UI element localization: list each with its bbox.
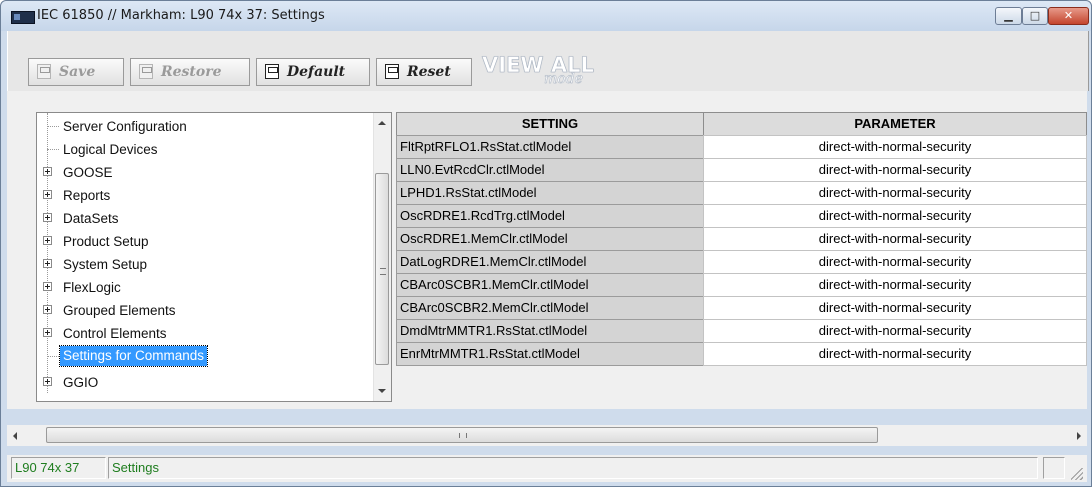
expand-plus-icon[interactable] (43, 328, 52, 337)
save-icon (37, 64, 51, 79)
parameter-cell[interactable]: direct-with-normal-security (703, 342, 1087, 366)
default-icon (265, 64, 279, 79)
table-row: OscRDRE1.RcdTrg.ctlModel direct-with-nor… (396, 204, 1087, 228)
scroll-grip-icon (459, 433, 467, 438)
setting-cell: CBArc0SCBR2.MemClr.ctlModel (396, 296, 704, 320)
expand-plus-icon[interactable] (43, 377, 52, 386)
resize-grip-icon[interactable] (1071, 468, 1083, 480)
tree-item-label: Reports (63, 188, 111, 203)
parameter-cell[interactable]: direct-with-normal-security (703, 158, 1087, 182)
table-row: FltRptRFLO1.RsStat.ctlModel direct-with-… (396, 135, 1087, 159)
parameter-cell[interactable]: direct-with-normal-security (703, 296, 1087, 320)
setting-cell: EnrMtrMMTR1.RsStat.ctlModel (396, 342, 704, 366)
tree-item-label: System Setup (63, 257, 148, 272)
default-button[interactable]: Default (256, 58, 370, 86)
content-area: Server Configuration Logical Devices GOO… (7, 91, 1087, 409)
tree-branch-line (47, 149, 59, 150)
status-bar: L90 74x 37 Settings (7, 455, 1087, 482)
tree-connector-line (47, 113, 48, 393)
expand-plus-icon[interactable] (43, 282, 52, 291)
maximize-button[interactable]: □ (1022, 7, 1048, 25)
save-button-label: Save (59, 64, 96, 80)
reset-icon (385, 64, 399, 79)
reset-button-label: Reset (407, 64, 451, 80)
tree-item-label: GGIO (63, 375, 99, 390)
settings-window: IEC 61850 // Markham: L90 74x 37: Settin… (0, 0, 1092, 487)
setting-cell: OscRDRE1.RcdTrg.ctlModel (396, 204, 704, 228)
parameter-cell[interactable]: direct-with-normal-security (703, 227, 1087, 251)
tree-item-label: Settings for Commands (58, 345, 209, 367)
toolbar: Save Restore Default Reset VIEW ALL mode (7, 31, 1089, 91)
scroll-left-icon[interactable] (13, 432, 17, 440)
tree-item-label: GOOSE (63, 165, 113, 180)
restore-icon (139, 64, 153, 79)
settings-table: SETTING PARAMETER FltRptRFLO1.RsStat.ctl… (396, 112, 1087, 402)
expand-plus-icon[interactable] (43, 167, 52, 176)
expand-plus-icon[interactable] (43, 305, 52, 314)
scroll-down-icon[interactable] (378, 389, 386, 393)
expand-plus-icon[interactable] (43, 213, 52, 222)
setting-cell: LLN0.EvtRcdClr.ctlModel (396, 158, 704, 182)
parameter-cell[interactable]: direct-with-normal-security (703, 204, 1087, 228)
restore-button[interactable]: Restore (130, 58, 250, 86)
setting-cell: DatLogRDRE1.MemClr.ctlModel (396, 250, 704, 274)
setting-cell: OscRDRE1.MemClr.ctlModel (396, 227, 704, 251)
tree-item-label: Control Elements (63, 326, 167, 341)
parameter-cell[interactable]: direct-with-normal-security (703, 250, 1087, 274)
horizontal-scroll-thumb[interactable] (46, 427, 878, 443)
app-icon (11, 11, 35, 24)
title-bar[interactable]: IEC 61850 // Markham: L90 74x 37: Settin… (1, 1, 1091, 31)
parameter-cell[interactable]: direct-with-normal-security (703, 135, 1087, 159)
window-title: IEC 61850 // Markham: L90 74x 37: Settin… (37, 8, 325, 23)
setting-cell: FltRptRFLO1.RsStat.ctlModel (396, 135, 704, 159)
parameter-cell[interactable]: direct-with-normal-security (703, 181, 1087, 205)
tree-branch-line (47, 356, 59, 357)
table-row: OscRDRE1.MemClr.ctlModel direct-with-nor… (396, 227, 1087, 251)
tree-item-label: Product Setup (63, 234, 149, 249)
table-row: LLN0.EvtRcdClr.ctlModel direct-with-norm… (396, 158, 1087, 182)
setting-cell: CBArc0SCBR1.MemClr.ctlModel (396, 273, 704, 297)
tree-scroll-thumb[interactable] (375, 173, 389, 365)
settings-tree: Server Configuration Logical Devices GOO… (36, 112, 392, 402)
table-row: CBArc0SCBR2.MemClr.ctlModel direct-with-… (396, 296, 1087, 320)
scroll-up-icon[interactable] (378, 121, 386, 125)
setting-cell: DmdMtrMMTR1.RsStat.ctlModel (396, 319, 704, 343)
tree-item-label: FlexLogic (63, 280, 121, 295)
table-header: SETTING PARAMETER (396, 112, 1087, 136)
tree-item-label: Logical Devices (63, 142, 158, 157)
default-button-label: Default (287, 64, 346, 80)
column-header-parameter[interactable]: PARAMETER (703, 112, 1087, 136)
parameter-cell[interactable]: direct-with-normal-security (703, 273, 1087, 297)
status-device: L90 74x 37 (11, 457, 106, 479)
table-row: CBArc0SCBR1.MemClr.ctlModel direct-with-… (396, 273, 1087, 297)
scroll-grip-icon (380, 268, 386, 275)
tree-branch-line (47, 126, 59, 127)
save-button[interactable]: Save (28, 58, 124, 86)
minimize-button[interactable]: ▁ (995, 7, 1022, 25)
status-empty-cell (1043, 457, 1065, 479)
table-row: LPHD1.RsStat.ctlModel direct-with-normal… (396, 181, 1087, 205)
view-all-mode-label: mode (544, 71, 583, 87)
reset-button[interactable]: Reset (376, 58, 472, 86)
horizontal-scrollbar[interactable] (7, 425, 1087, 446)
tree-vertical-scrollbar[interactable] (373, 113, 391, 401)
tree-item-label: DataSets (63, 211, 119, 226)
expand-plus-icon[interactable] (43, 190, 52, 199)
table-row: DmdMtrMMTR1.RsStat.ctlModel direct-with-… (396, 319, 1087, 343)
setting-cell: LPHD1.RsStat.ctlModel (396, 181, 704, 205)
close-button[interactable]: ✕ (1048, 7, 1089, 25)
scroll-right-icon[interactable] (1077, 432, 1081, 440)
expand-plus-icon[interactable] (43, 236, 52, 245)
table-row: DatLogRDRE1.MemClr.ctlModel direct-with-… (396, 250, 1087, 274)
status-page: Settings (108, 457, 1038, 479)
restore-button-label: Restore (161, 64, 222, 80)
tree-item-label: Grouped Elements (63, 303, 176, 318)
column-header-setting[interactable]: SETTING (396, 112, 704, 136)
expand-plus-icon[interactable] (43, 259, 52, 268)
view-all-mode-button[interactable]: VIEW ALL mode (482, 53, 595, 89)
parameter-cell[interactable]: direct-with-normal-security (703, 319, 1087, 343)
table-row: EnrMtrMMTR1.RsStat.ctlModel direct-with-… (396, 342, 1087, 366)
tree-item-label: Server Configuration (63, 119, 187, 134)
